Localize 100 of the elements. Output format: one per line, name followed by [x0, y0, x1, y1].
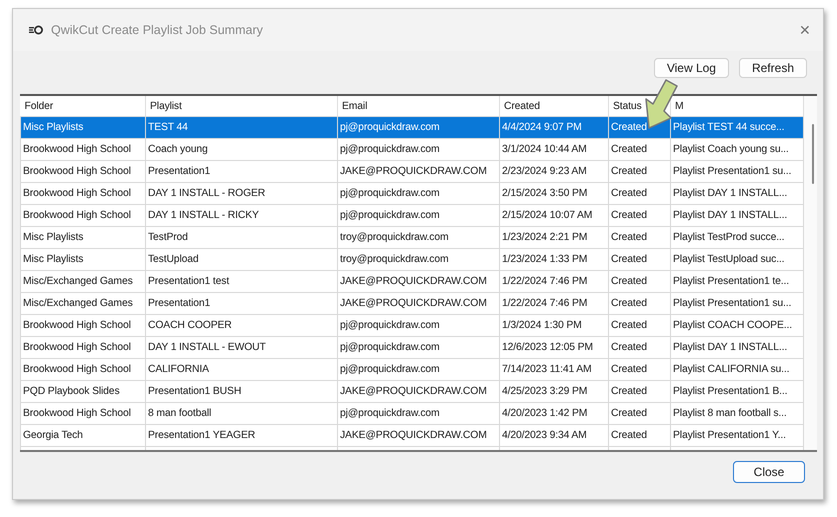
- table-cell: Presentation1: [146, 292, 338, 314]
- table-cell: 2/15/2024 10:07 AM: [500, 204, 608, 226]
- table-cell: Created: [608, 226, 670, 248]
- table-cell: Brookwood High School: [20, 160, 146, 182]
- table-cell: pj@proquickdraw.com: [338, 138, 500, 160]
- table-cell: CALIFORNIA: [146, 358, 338, 380]
- table-row[interactable]: PQD Playbook Slides Presentation1 BUSH JAKE@PROQUICKDRAW.COM 4/25/2023 3:29 PM Created Playlist Presentation1 B...: [20, 380, 804, 402]
- toolbar-button[interactable]: Refresh: [738, 58, 807, 78]
- table-cell: Georgia Tech: [20, 424, 146, 446]
- table-cell: 4/20/2023 9:34 AM: [500, 424, 608, 446]
- table-cell: pj@proquickdraw.com: [338, 402, 500, 424]
- table-cell: Playlist COACH COOPE...: [670, 314, 804, 336]
- table-cell: TEST 44: [146, 116, 338, 138]
- table-cell: 2/23/2024 9:23 AM: [500, 160, 608, 182]
- table-cell: JAKE@PROQUICKDRAW.COM: [338, 424, 500, 446]
- table-cell: 2/15/2024 3:50 PM: [500, 182, 608, 204]
- table-cell: Brookwood High School: [20, 138, 146, 160]
- table-cell: Playlist CALIFORNIA su...: [670, 358, 804, 380]
- table-cell: Created: [608, 292, 670, 314]
- table-cell: pj@proquickdraw.com: [338, 336, 500, 358]
- logo-icon: [29, 25, 43, 35]
- table-row[interactable]: Brookwood High School 8 man football pj@proquickdraw.com 4/20/2023 1:42 PM Created Playlist 8 man football s...: [20, 402, 804, 424]
- table-cell: Misc Playlists: [20, 248, 146, 270]
- table-row[interactable]: Brookwood High School DAY 1 INSTALL - RICKY pj@proquickdraw.com 2/15/2024 10:07 AM Created Playlist DAY 1 INSTALL...: [20, 204, 804, 226]
- table-cell: Brookwood High School: [20, 358, 146, 380]
- table-cell: PQD Playbook Slides: [20, 380, 146, 402]
- table-cell: 8 man football: [146, 402, 338, 424]
- table-row[interactable]: Brookwood High School DAY 1 INSTALL - EWOUT pj@proquickdraw.com 12/6/2023 12:05 PM Created Playlist DAY 1 INSTALL...: [20, 336, 804, 358]
- table-cell: Playlist Presentation1 su...: [670, 292, 804, 314]
- table-cell: Created: [608, 204, 670, 226]
- table-row[interactable]: Misc Playlists TEST 44 pj@proquickdraw.com 4/4/2024 9:07 PM Created Playlist TEST 44 succe...: [20, 116, 804, 138]
- table-cell: Playlist Coach young su...: [670, 138, 804, 160]
- scrollbar[interactable]: [804, 96, 817, 450]
- table-cell: COACH COOPER: [146, 314, 338, 336]
- table-cell: Presentation1 BUSH: [146, 380, 338, 402]
- table-cell: Presentation1 test: [146, 270, 338, 292]
- table-cell: Misc Playlists: [20, 226, 146, 248]
- close-button[interactable]: ✕: [799, 22, 811, 38]
- table-cell: JAKE@PROQUICKDRAW.COM: [338, 380, 500, 402]
- table-cell: Presentation1: [146, 160, 338, 182]
- table-cell: Created: [608, 248, 670, 270]
- table-cell: 1/22/2024 7:46 PM: [500, 270, 608, 292]
- table-cell: Brookwood High School: [20, 182, 146, 204]
- table-cell: Playlist TestUpload suc...: [670, 248, 804, 270]
- table-row[interactable]: Brookwood High School COACH COOPER pj@proquickdraw.com 1/3/2024 1:30 PM Created Playlist COACH COOPE...: [20, 314, 804, 336]
- table-row[interactable]: Brookwood High School Presentation1 JAKE@PROQUICKDRAW.COM 2/23/2024 9:23 AM Created Playlist Presentation1 su...: [20, 160, 804, 182]
- table-cell: Playlist TestProd succe...: [670, 226, 804, 248]
- table-cell: DAY 1 INSTALL - EWOUT: [146, 336, 338, 358]
- toolbar-button[interactable]: View Log: [654, 58, 729, 78]
- table-cell: Playlist TEST 44 succe...: [670, 116, 804, 138]
- table-cell: Created: [608, 270, 670, 292]
- table-cell: TestUpload: [146, 248, 338, 270]
- table-cell: Created: [608, 336, 670, 358]
- table-cell: Playlist DAY 1 INSTALL...: [670, 204, 804, 226]
- table-cell: 12/6/2023 12:05 PM: [500, 336, 608, 358]
- table-cell: Created: [608, 138, 670, 160]
- table-cell: troy@proquickdraw.com: [338, 248, 500, 270]
- table-cell: Presentation1 YEAGER: [146, 424, 338, 446]
- table-cell: Misc/Exchanged Games: [20, 270, 146, 292]
- table-cell: Coach young: [146, 138, 338, 160]
- table-cell: Misc Playlists: [20, 116, 146, 138]
- table-cell: Created: [608, 160, 670, 182]
- table-row[interactable]: Georgia Tech Presentation1 YEAGER JAKE@PROQUICKDRAW.COM 4/20/2023 9:34 AM Created Playlist Presentation1 Y...: [20, 424, 804, 446]
- table-row[interactable]: Brookwood High School Coach young pj@proquickdraw.com 3/1/2024 10:44 AM Created Playlist Coach young su...: [20, 138, 804, 160]
- table-row[interactable]: Misc/Exchanged Games Presentation1 test JAKE@PROQUICKDRAW.COM 1/22/2024 7:46 PM Created Playlist Presentation1 te...: [20, 270, 804, 292]
- table-cell: Brookwood High School: [20, 402, 146, 424]
- table-cell: Created: [608, 380, 670, 402]
- table-cell: Playlist DAY 1 INSTALL...: [670, 336, 804, 358]
- table-row[interactable]: Brookwood High School DAY 1 INSTALL - ROGER pj@proquickdraw.com 2/15/2024 3:50 PM Created Playlist DAY 1 INSTALL...: [20, 182, 804, 204]
- table-cell: Misc/Exchanged Games: [20, 292, 146, 314]
- table-cell: 3/1/2024 10:44 AM: [500, 138, 608, 160]
- table-cell: pj@proquickdraw.com: [338, 314, 500, 336]
- close-button[interactable]: Close: [733, 461, 805, 483]
- table-row[interactable]: Brookwood High School CALIFORNIA pj@proquickdraw.com 7/14/2023 11:41 AM Created Playlist CALIFORNIA su...: [20, 358, 804, 380]
- table-cell: 1/3/2024 1:30 PM: [500, 314, 608, 336]
- table-cell: 1/23/2024 1:33 PM: [500, 248, 608, 270]
- table-cell: Playlist DAY 1 INSTALL...: [670, 182, 804, 204]
- table-cell: Brookwood High School: [20, 204, 146, 226]
- table-cell: Created: [608, 182, 670, 204]
- table-cell: 4/25/2023 3:29 PM: [500, 380, 608, 402]
- table-row[interactable]: Misc/Exchanged Games Presentation1 JAKE@PROQUICKDRAW.COM 1/22/2024 7:46 PM Created Playlist Presentation1 su...: [20, 292, 804, 314]
- table-cell: Created: [608, 402, 670, 424]
- window-title: QwikCut Create Playlist Job Summary: [51, 23, 264, 37]
- table-cell: Playlist Presentation1 te...: [670, 270, 804, 292]
- table-cell: 7/14/2023 11:41 AM: [500, 358, 608, 380]
- table-cell: Playlist Presentation1 su...: [670, 160, 804, 182]
- table-cell: Brookwood High School: [20, 336, 146, 358]
- table-row[interactable]: Misc Playlists TestProd troy@proquickdraw.com 1/23/2024 2:21 PM Created Playlist TestProd succe...: [20, 226, 804, 248]
- table-cell: pj@proquickdraw.com: [338, 182, 500, 204]
- table-cell: Created: [608, 424, 670, 446]
- table-cell: TestProd: [146, 226, 338, 248]
- table-cell: JAKE@PROQUICKDRAW.COM: [338, 160, 500, 182]
- table-cell: Brookwood High School: [20, 314, 146, 336]
- table-cell: Created: [608, 358, 670, 380]
- table-cell: 4/4/2024 9:07 PM: [500, 116, 608, 138]
- table-cell: JAKE@PROQUICKDRAW.COM: [338, 270, 500, 292]
- table-cell: Playlist 8 man football s...: [670, 402, 804, 424]
- table-row[interactable]: Misc Playlists TestUpload troy@proquickdraw.com 1/23/2024 1:33 PM Created Playlist TestUpload suc...: [20, 248, 804, 270]
- table-cell: pj@proquickdraw.com: [338, 116, 500, 138]
- table-cell: Playlist Presentation1 B...: [670, 380, 804, 402]
